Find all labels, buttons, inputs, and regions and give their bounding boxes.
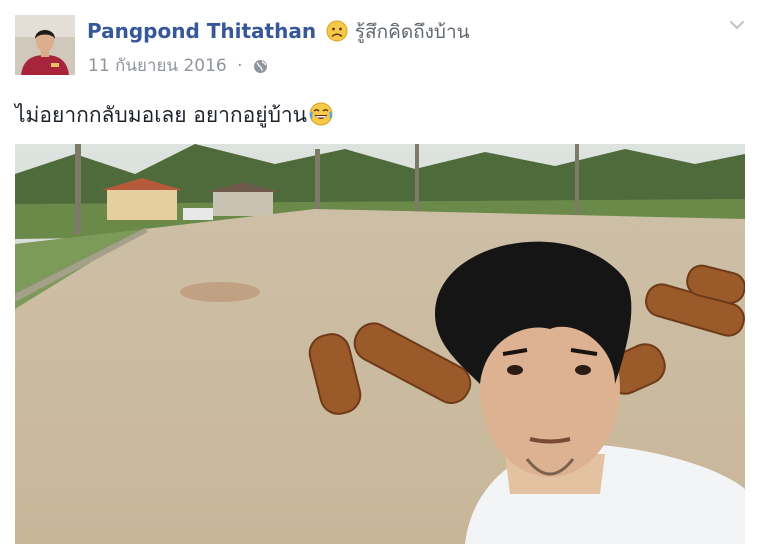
feeling-text[interactable]: รู้สึกคิดถึงบ้าน [355,21,470,43]
avatar-picture [15,15,75,75]
feed-post: Pangpond Thitathan รู้สึกคิดถึงบ้าน 11 ก… [0,0,762,559]
avatar[interactable] [15,15,75,75]
post-message: ไม่อยากกลับมอเลย อยากอยู่บ้าน [15,100,333,134]
laughing-tears-emoji-icon [309,102,333,134]
globe-icon[interactable] [253,57,268,81]
selfie-photo [15,144,745,544]
post-header: Pangpond Thitathan รู้สึกคิดถึงบ้าน [87,17,470,49]
post-meta: 11 กันยายน 2016 · [88,54,268,81]
post-options-chevron-down-icon[interactable] [728,16,746,38]
post-date-link[interactable]: 11 กันยายน 2016 [88,56,227,76]
post-message-text: ไม่อยากกลับมอเลย อยากอยู่บ้าน [15,103,308,127]
author-name-link[interactable]: Pangpond Thitathan [87,19,316,43]
sad-face-emoji-icon [326,20,348,49]
meta-separator: · [237,56,243,76]
post-photo[interactable] [15,144,745,544]
